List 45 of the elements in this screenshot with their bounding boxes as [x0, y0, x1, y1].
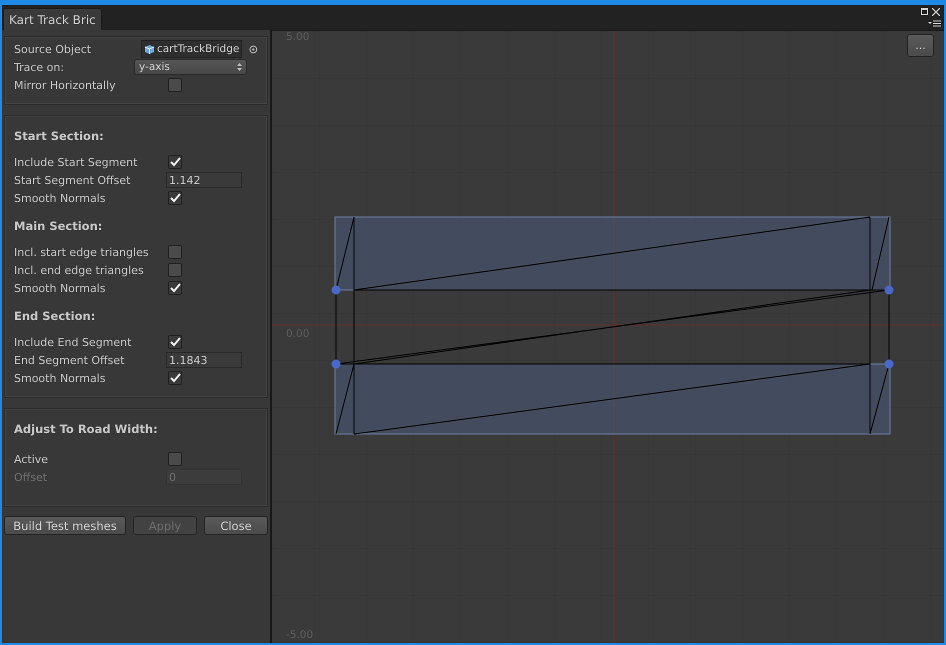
field-label: Incl. start edge triangles	[14, 246, 150, 258]
checkbox[interactable]	[168, 245, 182, 259]
section-heading: Main Section:	[14, 219, 104, 233]
number-field[interactable]: 1.142	[166, 172, 242, 188]
field-label: End Segment Offset	[14, 354, 126, 366]
field-label: Incl. end edge triangles	[14, 264, 145, 276]
checkbox[interactable]	[168, 155, 182, 169]
field-label: Source Object	[14, 42, 92, 56]
window-tab[interactable]: Kart Track Bric	[3, 8, 102, 30]
cube-icon	[144, 44, 155, 54]
checkbox[interactable]	[168, 335, 182, 349]
checkbox[interactable]	[168, 78, 182, 92]
field-label: Include End Segment	[14, 336, 132, 348]
number-field[interactable]: 1.1843	[166, 352, 242, 368]
checkmark-icon	[170, 193, 180, 203]
dropdown[interactable]: y-axis	[134, 59, 247, 75]
field-label: Smooth Normals	[14, 372, 106, 384]
checkbox[interactable]	[168, 452, 182, 466]
close-icon[interactable]	[932, 8, 940, 16]
section-heading: Start Section:	[14, 129, 105, 143]
checkmark-icon	[170, 337, 180, 347]
field-label: Mirror Horizontally	[14, 78, 117, 92]
object-field[interactable]: cartTrackBridge	[140, 40, 242, 58]
action-button[interactable]: Build Test meshes	[4, 516, 126, 535]
more-button[interactable]: ...	[907, 34, 934, 57]
field-label: Active	[14, 452, 50, 466]
checkmark-icon	[170, 157, 180, 167]
checkmark-icon	[170, 373, 180, 383]
checkmark-icon	[170, 283, 180, 293]
updown-arrows-icon	[237, 63, 242, 71]
menu-icon[interactable]	[928, 20, 941, 27]
field-label: Offset	[14, 470, 48, 484]
field-label: Smooth Normals	[14, 192, 106, 204]
checkbox[interactable]	[168, 281, 182, 295]
checkbox[interactable]	[168, 191, 182, 205]
maximize-icon[interactable]	[921, 8, 928, 15]
checkbox[interactable]	[168, 263, 182, 277]
action-button[interactable]: Close	[204, 516, 268, 535]
field-label: Smooth Normals	[14, 282, 106, 294]
field-label: Include Start Segment	[14, 156, 138, 168]
target-icon[interactable]	[249, 44, 258, 54]
section-heading: End Section:	[14, 309, 96, 323]
field-label: Start Segment Offset	[14, 174, 132, 186]
section-heading: Adjust To Road Width:	[14, 422, 159, 436]
checkbox[interactable]	[168, 371, 182, 385]
